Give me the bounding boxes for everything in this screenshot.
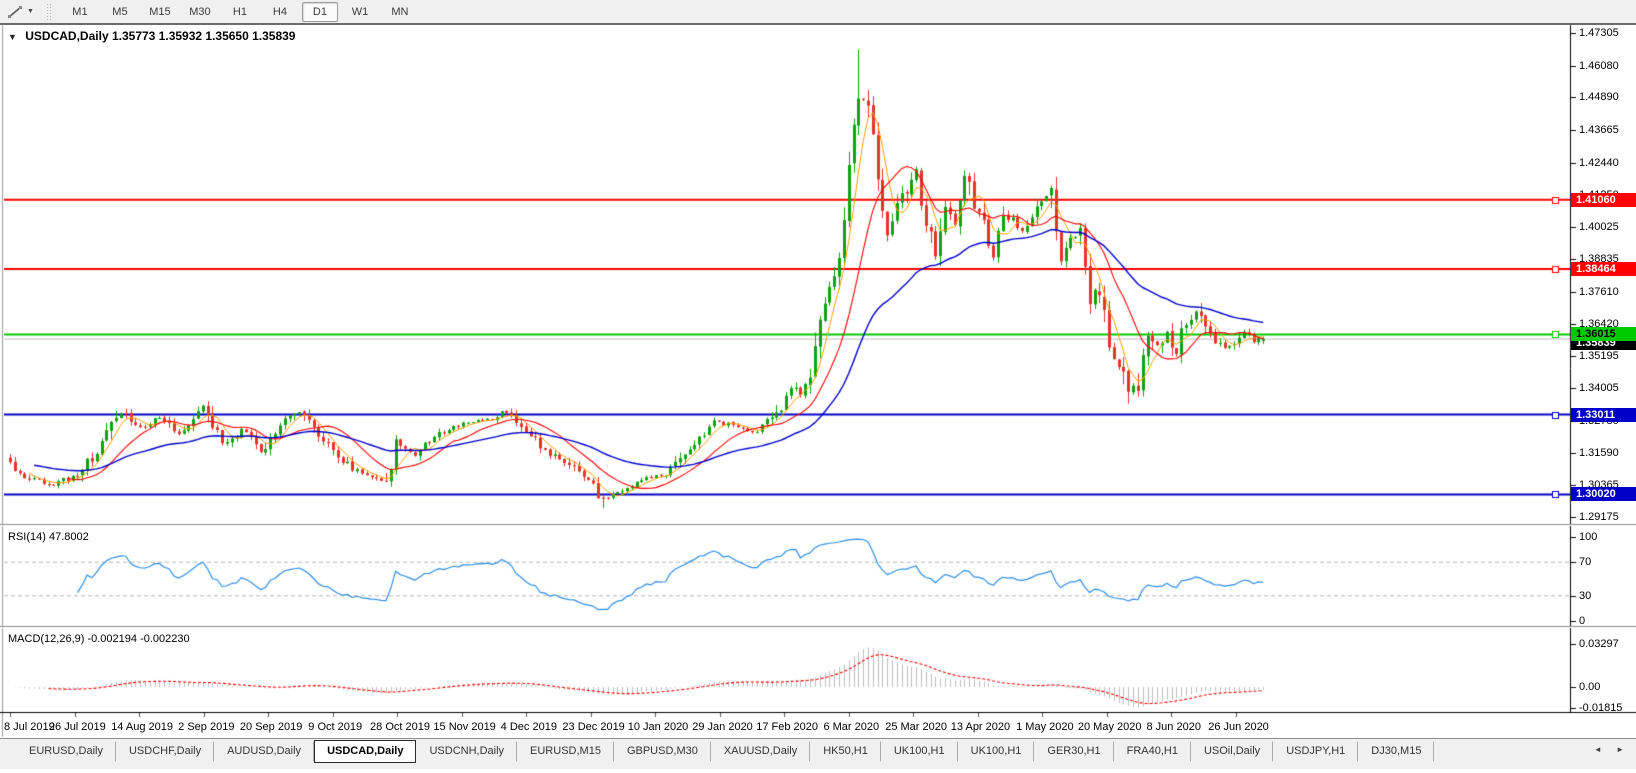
chart-tab-gbpusd-m30[interactable]: GBPUSD,M30 [613,741,711,762]
price-axis-label: 1.29175 [1579,510,1619,523]
chart-title: ▼ USDCAD,Daily 1.35773 1.35932 1.35650 1… [8,29,295,43]
macd-scale-label: -0.01815 [1579,702,1623,714]
dropdown-caret-icon: ▼ [27,8,34,15]
chart-tab-usdjpy-h1[interactable]: USDJPY,H1 [1273,741,1359,762]
chart-tab-uk100-h1[interactable]: UK100,H1 [957,741,1035,762]
chart-tab-usdchf-daily[interactable]: USDCHF,Daily [115,741,215,762]
macd-scale-label: 0.03297 [1579,638,1619,651]
tab-scroll-right-icon[interactable]: ► [1616,745,1630,754]
chart-tab-uk100-h1[interactable]: UK100,H1 [880,741,958,762]
time-axis-label: 8 Jul 2019 [4,721,55,733]
time-axis-label: 28 Oct 2019 [370,721,430,733]
timeframe-button-m15[interactable]: M15 [142,2,178,22]
timeframe-button-h1[interactable]: H1 [222,2,258,22]
price-axis-label: 1.34005 [1579,382,1619,395]
chart-tab-ger30-h1[interactable]: GER30,H1 [1034,741,1114,762]
timeframe-button-d1[interactable]: D1 [301,1,338,22]
price-axis-label: 1.44890 [1579,91,1619,104]
toolbar-grip[interactable] [46,3,52,20]
time-axis-label: 29 Jan 2020 [692,721,753,733]
time-axis-label: 17 Feb 2020 [756,721,818,733]
rsi-scale-label: 100 [1579,531,1598,543]
chart-symbol-label: USDCAD,Daily [25,29,109,43]
hline-price-tag: 1.38464 [1571,262,1636,277]
chart-tab-usdcnh-daily[interactable]: USDCNH,Daily [416,741,518,762]
chart-tab-fra40-h1[interactable]: FRA40,H1 [1113,741,1191,762]
toolbar: ▼ M1 M5 M15 M30 H1 H4 D1 W1 MN [0,0,1636,24]
time-axis-label: 10 Jan 2020 [627,721,689,733]
price-axis-label: 1.42440 [1579,156,1619,169]
rsi-scale-label: 30 [1579,589,1592,602]
tab-scroll-left-icon[interactable]: ◄ [1594,745,1608,754]
macd-indicator-label: MACD(12,26,9) -0.002194 -0.002230 [8,633,190,645]
tab-scroll-arrows: ◄ ► [1594,745,1630,754]
time-axis-label: 4 Dec 2019 [500,721,557,733]
time-axis-label: 15 Nov 2019 [433,721,496,733]
timeframe-button-m30[interactable]: M30 [182,2,218,22]
timeframe-button-w1[interactable]: W1 [342,2,378,22]
time-axis-label: 20 Sep 2019 [239,721,303,733]
price-axis-label: 1.37610 [1579,285,1619,298]
time-axis-label: 2 Sep 2019 [178,721,235,733]
price-axis-label: 1.31590 [1579,446,1619,459]
time-axis-label: 9 Oct 2019 [308,721,363,733]
hline-price-tag: 1.30020 [1571,487,1636,502]
hline-price-tag: 1.36015 [1571,327,1636,342]
chart-tab-eurusd-daily[interactable]: EURUSD,Daily [16,741,116,762]
rsi-scale-label: 0 [1579,615,1586,627]
chart-ohlc-values: 1.35773 1.35932 1.35650 1.35839 [111,29,296,43]
trendline-tool-button[interactable]: ▼ [4,4,37,20]
chart-tab-hk50-h1[interactable]: HK50,H1 [810,741,881,762]
window-frame-line [0,23,1636,25]
time-axis-label: 13 Apr 2020 [950,721,1011,733]
chart-tab-audusd-daily[interactable]: AUDUSD,Daily [214,741,315,762]
price-axis-label: 1.40025 [1579,221,1619,234]
timeframe-button-m5[interactable]: M5 [102,2,138,22]
time-axis-label: 1 May 2020 [1016,721,1074,733]
timeframe-button-h4[interactable]: H4 [262,2,298,22]
time-axis-label: 14 Aug 2019 [111,721,173,733]
timeframe-button-m1[interactable]: M1 [62,2,98,22]
time-axis-label: 26 Jul 2019 [48,721,106,733]
collapse-chart-icon[interactable]: ▼ [8,32,17,42]
timeframe-toolbar: M1 M5 M15 M30 H1 H4 D1 W1 MN [60,0,420,23]
chart-tab-xauusd-daily[interactable]: XAUUSD,Daily [710,741,811,762]
trendline-tool-icon [8,5,22,18]
chart-canvas[interactable] [0,0,1636,768]
time-axis-label: 23 Dec 2019 [562,721,625,733]
price-axis-label: 1.46080 [1579,59,1619,72]
time-axis-label: 26 Jun 2020 [1208,721,1269,733]
chart-tab-usdcad-daily[interactable]: USDCAD,Daily [314,740,417,763]
chart-tab-usoil-daily[interactable]: USOil,Daily [1190,741,1274,762]
rsi-scale-label: 70 [1579,556,1592,569]
chart-tab-eurusd-m15[interactable]: EURUSD,M15 [517,741,614,762]
chart-tab-dj30-m15[interactable]: DJ30,M15 [1358,741,1435,762]
time-axis-label: 8 Jun 2020 [1146,721,1201,733]
macd-scale-label: 0.00 [1579,681,1601,693]
chart-tab-bar: EURUSD,Daily USDCHF,Daily AUDUSD,Daily USDC… [0,738,1636,769]
price-axis-label: 1.43665 [1579,124,1619,137]
time-axis-label: 6 Mar 2020 [823,721,880,733]
price-axis-label: 1.47305 [1579,27,1619,39]
time-axis-label: 20 May 2020 [1077,721,1142,733]
hline-price-tag: 1.33011 [1571,407,1636,422]
timeframe-button-mn[interactable]: MN [382,2,418,22]
price-axis-label: 1.35195 [1579,350,1619,363]
rsi-indicator-label: RSI(14) 47.8002 [8,531,89,543]
time-axis-label: 25 Mar 2020 [885,721,947,733]
hline-price-tag: 1.41060 [1571,192,1636,207]
